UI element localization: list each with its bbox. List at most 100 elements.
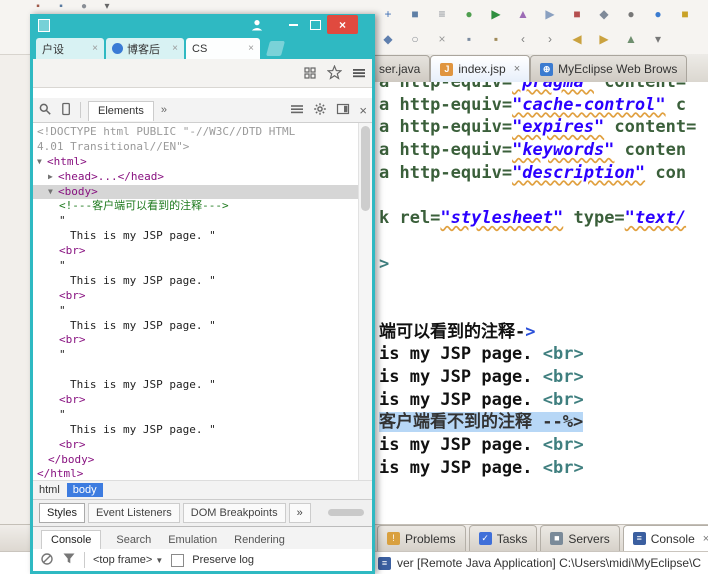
devtools-close-icon[interactable]: × bbox=[359, 104, 367, 117]
code-line[interactable]: is my JSP page. <br> bbox=[379, 366, 708, 389]
view-tab-console[interactable]: ≡ Console × bbox=[622, 525, 708, 551]
compat-grid-icon[interactable] bbox=[303, 66, 317, 85]
code-line[interactable]: k rel="stylesheet" type="text/ bbox=[379, 207, 708, 230]
clear-console-icon[interactable] bbox=[40, 552, 54, 569]
dom-tree-row[interactable]: </html> bbox=[33, 467, 372, 480]
scrollbar-thumb[interactable] bbox=[361, 126, 370, 211]
dom-tree-row[interactable]: " bbox=[33, 304, 372, 319]
new-tab-button[interactable] bbox=[265, 41, 286, 56]
dom-tree-row[interactable]: " bbox=[33, 214, 372, 229]
dom-tree-row[interactable]: <br> bbox=[33, 244, 372, 259]
code-line[interactable]: 客户端看不到的注释 --%> bbox=[379, 411, 708, 434]
dom-tree-row[interactable]: <!DOCTYPE html PUBLIC "-//W3C//DTD HTML bbox=[33, 125, 372, 140]
search-icon[interactable]: ● bbox=[78, 1, 90, 13]
run-icon[interactable]: ▶ bbox=[486, 4, 506, 24]
menu-icon[interactable] bbox=[352, 66, 366, 85]
dom-tree-row[interactable]: ▶ <head>...</head> bbox=[33, 170, 372, 185]
tab-elements[interactable]: Elements bbox=[88, 100, 154, 121]
search-icon[interactable]: ● bbox=[621, 4, 641, 24]
code-line[interactable]: is my JSP page. <br> bbox=[379, 457, 708, 480]
code-line[interactable] bbox=[379, 184, 708, 207]
device-mode-icon[interactable] bbox=[59, 102, 73, 119]
filter-icon[interactable] bbox=[62, 552, 76, 568]
print-icon[interactable]: ≡ bbox=[432, 4, 452, 24]
code-line[interactable]: is my JSP page. <br> bbox=[379, 434, 708, 457]
code-line[interactable]: > bbox=[379, 253, 708, 276]
drawer-tab-search[interactable]: Search bbox=[114, 531, 153, 549]
external-tools-icon[interactable]: ▶ bbox=[540, 4, 560, 24]
open-type-icon[interactable]: ○ bbox=[405, 29, 425, 49]
dom-tree-row[interactable]: " bbox=[33, 259, 372, 274]
browser-tab-2[interactable]: 博客后 × bbox=[106, 38, 184, 59]
dom-tree-row[interactable]: " bbox=[33, 408, 372, 423]
sidebar-tab-dom-breakpoints[interactable]: DOM Breakpoints bbox=[182, 503, 286, 523]
preserve-log-checkbox[interactable] bbox=[171, 553, 185, 567]
dom-tree-row[interactable]: <!---客户端可以看到的注释---> bbox=[33, 199, 372, 214]
dom-tree-row[interactable]: This is my JSP page. " bbox=[33, 274, 372, 289]
dom-tree-row[interactable]: <br> bbox=[33, 333, 372, 348]
editor-tab-3[interactable]: ⊕ MyEclipse Web Brows bbox=[530, 55, 688, 82]
dom-tree[interactable]: <!DOCTYPE html PUBLIC "-//W3C//DTD HTML 4… bbox=[33, 123, 372, 480]
drawer-tab-rendering[interactable]: Rendering bbox=[232, 531, 287, 549]
dom-tree-scrollbar[interactable] bbox=[358, 123, 372, 480]
java-perspective-icon[interactable]: ◆ bbox=[378, 29, 398, 49]
code-line[interactable]: a http-equiv="description" con bbox=[379, 162, 708, 185]
breadcrumb-item-body[interactable]: body bbox=[66, 483, 103, 497]
dock-side-icon[interactable] bbox=[336, 102, 350, 119]
last-edit-icon[interactable]: ▲ bbox=[621, 29, 641, 49]
close-tab-icon[interactable]: × bbox=[514, 63, 520, 75]
code-line[interactable]: 端可以看到的注释-> bbox=[379, 321, 708, 344]
editor-tab-2[interactable]: Jindex.jsp × bbox=[430, 55, 531, 82]
dom-tree-row[interactable]: This is my JSP page. " bbox=[33, 229, 372, 244]
dom-tree-row[interactable]: </body> bbox=[33, 453, 372, 468]
code-line[interactable]: a http-equiv="keywords" conten bbox=[379, 139, 708, 162]
debug-icon[interactable]: ● bbox=[459, 4, 479, 24]
dom-tree-row[interactable]: This is my JSP page. " bbox=[33, 378, 372, 393]
code-line[interactable]: is my JSP page. <br> bbox=[379, 389, 708, 412]
drawer-tab-emulation[interactable]: Emulation bbox=[166, 531, 219, 549]
code-line[interactable] bbox=[379, 298, 708, 321]
profile-icon[interactable]: ▲ bbox=[513, 4, 533, 24]
new-server-icon[interactable]: ◆ bbox=[594, 4, 614, 24]
frame-selector[interactable]: <top frame> ▼ bbox=[93, 554, 163, 566]
dropdown-icon[interactable]: ▾ bbox=[648, 29, 668, 49]
panels-overflow-chevron[interactable]: » bbox=[161, 104, 167, 116]
code-line[interactable] bbox=[379, 230, 708, 253]
browser-title-bar[interactable]: × bbox=[33, 14, 372, 35]
maximize-button[interactable] bbox=[305, 14, 325, 35]
settings-gear-icon[interactable] bbox=[313, 102, 327, 119]
close-tab-icon[interactable]: × bbox=[172, 43, 178, 54]
twisty-icon[interactable]: ▼ bbox=[48, 185, 58, 200]
code-line[interactable]: a http-equiv="expires" content= bbox=[379, 116, 708, 139]
close-tab-icon[interactable]: × bbox=[92, 43, 98, 54]
twisty-icon[interactable]: ▼ bbox=[37, 155, 47, 170]
save-all-icon[interactable]: ▪ bbox=[55, 1, 67, 13]
view-tab-tasks[interactable]: ✓ Tasks bbox=[468, 525, 538, 551]
web-browser-icon[interactable]: ● bbox=[648, 4, 668, 24]
editor-tab-1[interactable]: Jser.java bbox=[375, 55, 431, 82]
cut-icon[interactable]: × bbox=[432, 29, 452, 49]
twisty-icon[interactable]: ▶ bbox=[48, 170, 58, 185]
close-tab-icon[interactable]: × bbox=[248, 43, 254, 54]
dom-tree-row[interactable]: <br> bbox=[33, 289, 372, 304]
dom-tree-row[interactable]: " bbox=[33, 348, 372, 363]
undo-icon[interactable]: ‹ bbox=[513, 29, 533, 49]
dom-tree-row[interactable] bbox=[33, 363, 372, 378]
drawer-tab-console[interactable]: Console bbox=[41, 530, 102, 549]
dom-tree-row[interactable]: <br> bbox=[33, 438, 372, 453]
history-icon[interactable]: ▾ bbox=[702, 4, 708, 24]
new-wizard-icon[interactable]: + bbox=[378, 4, 398, 24]
coverage-icon[interactable]: ■ bbox=[567, 4, 587, 24]
save-icon[interactable]: ■ bbox=[405, 4, 425, 24]
code-line[interactable]: is my JSP page. <br> bbox=[379, 343, 708, 366]
dom-tree-row[interactable]: This is my JSP page. " bbox=[33, 319, 372, 334]
view-tab-servers[interactable]: ■ Servers bbox=[540, 525, 620, 551]
sidebar-tab--[interactable]: » bbox=[288, 503, 311, 523]
view-tab-problems[interactable]: ! Problems bbox=[377, 525, 466, 551]
editor-code[interactable]: a http-equiv="pragma" content= a http-equ… bbox=[375, 82, 708, 524]
search-icon[interactable] bbox=[38, 102, 52, 119]
favorites-star-icon[interactable] bbox=[326, 64, 343, 85]
browser-tab-3[interactable]: CS × bbox=[186, 38, 260, 59]
code-line[interactable] bbox=[379, 275, 708, 298]
sidebar-tab-styles[interactable]: Styles bbox=[39, 503, 85, 523]
